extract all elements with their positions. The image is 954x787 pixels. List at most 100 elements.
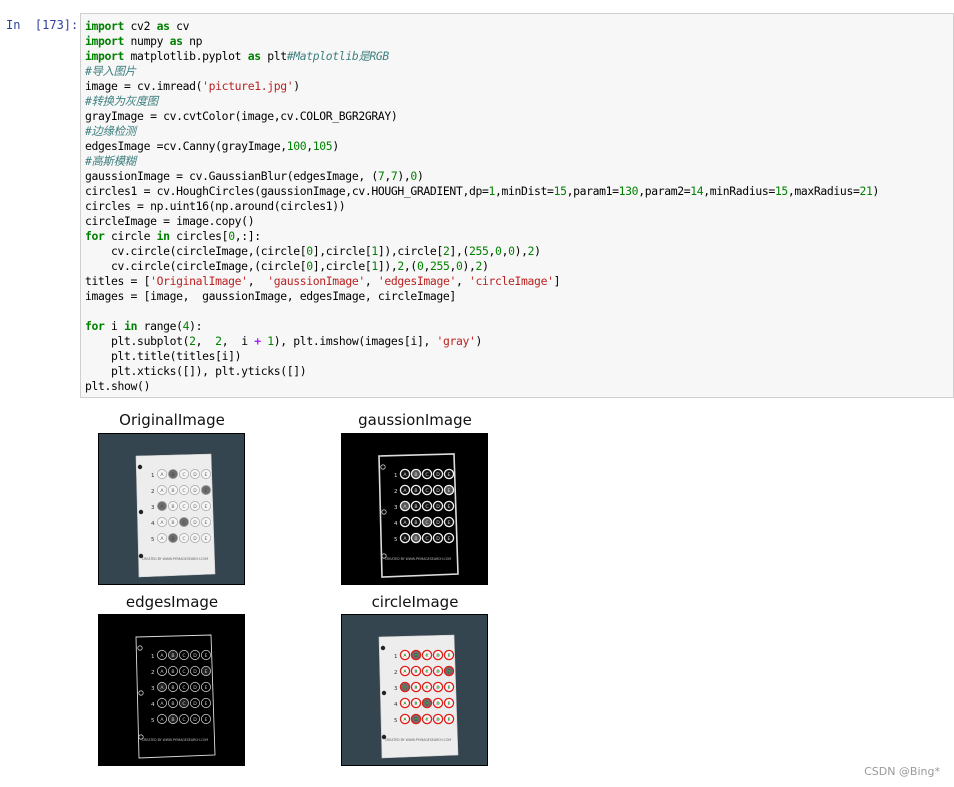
- cell-prompt: In [173]:: [6, 18, 79, 32]
- svg-text:B: B: [171, 717, 174, 723]
- subplot-title-gaussion: gaussionImage: [358, 411, 472, 429]
- svg-text:E: E: [205, 536, 208, 542]
- svg-text:B: B: [171, 685, 174, 691]
- svg-text:D: D: [436, 504, 440, 510]
- svg-text:5: 5: [151, 718, 155, 724]
- svg-text:CREATED BY WWW.PYIMAGESEARCH.C: CREATED BY WWW.PYIMAGESEARCH.COM: [385, 738, 452, 742]
- svg-text:B: B: [414, 488, 417, 494]
- svg-text:C: C: [182, 669, 185, 675]
- svg-text:1: 1: [394, 473, 398, 479]
- svg-text:2: 2: [151, 489, 155, 495]
- svg-text:E: E: [448, 504, 451, 510]
- svg-text:C: C: [182, 685, 185, 691]
- svg-text:C: C: [182, 520, 185, 526]
- svg-text:E: E: [448, 653, 451, 659]
- code-line: #导入图片: [85, 64, 136, 78]
- svg-text:C: C: [182, 488, 185, 494]
- output-area: OriginalImage gaussionImage edgesImage c…: [90, 405, 510, 775]
- svg-text:E: E: [448, 536, 451, 542]
- svg-text:D: D: [436, 717, 440, 723]
- svg-text:C: C: [182, 717, 185, 723]
- code-line: cv.circle(circleImage,(circle[0],circle[…: [85, 244, 541, 258]
- svg-text:B: B: [414, 520, 417, 526]
- svg-text:D: D: [193, 669, 197, 675]
- svg-text:E: E: [448, 488, 451, 494]
- svg-text:B: B: [414, 653, 417, 659]
- code-line: import numpy as np: [85, 34, 203, 48]
- svg-text:4: 4: [394, 702, 398, 708]
- code-line: titles = ['OriginalImage', 'gaussionImag…: [85, 274, 561, 288]
- svg-text:D: D: [436, 685, 440, 691]
- svg-text:5: 5: [394, 718, 398, 724]
- code-line: plt.xticks([]), plt.yticks([]): [85, 364, 307, 378]
- svg-text:D: D: [193, 536, 197, 542]
- svg-text:C: C: [182, 653, 185, 659]
- svg-text:2: 2: [394, 489, 398, 495]
- svg-text:E: E: [448, 520, 451, 526]
- svg-text:D: D: [436, 653, 440, 659]
- svg-text:E: E: [448, 669, 451, 675]
- svg-text:B: B: [414, 472, 417, 478]
- svg-text:E: E: [205, 717, 208, 723]
- svg-text:D: D: [436, 536, 440, 542]
- svg-text:E: E: [205, 520, 208, 526]
- svg-text:B: B: [414, 717, 417, 723]
- svg-text:B: B: [414, 685, 417, 691]
- svg-text:1: 1: [394, 654, 398, 660]
- svg-text:B: B: [414, 536, 417, 542]
- code-line: circles = np.uint16(np.around(circles1)): [85, 199, 346, 213]
- svg-text:B: B: [171, 669, 174, 675]
- code-line: #转换为灰度图: [85, 94, 158, 108]
- svg-text:B: B: [171, 488, 174, 494]
- svg-text:5: 5: [394, 537, 398, 543]
- svg-text:C: C: [182, 504, 185, 510]
- code-line: plt.title(titles[i]): [85, 349, 242, 363]
- svg-text:E: E: [205, 504, 208, 510]
- svg-text:3: 3: [151, 686, 155, 692]
- code-line: grayImage = cv.cvtColor(image,cv.COLOR_B…: [85, 109, 398, 123]
- svg-text:D: D: [193, 653, 197, 659]
- svg-text:E: E: [205, 472, 208, 478]
- svg-text:C: C: [182, 472, 185, 478]
- svg-text:C: C: [425, 504, 428, 510]
- svg-text:CREATED BY WWW.PYIMAGESEARCH.C: CREATED BY WWW.PYIMAGESEARCH.COM: [142, 738, 209, 742]
- svg-text:E: E: [205, 653, 208, 659]
- svg-text:D: D: [436, 488, 440, 494]
- code-line: images = [image, gaussionImage, edgesIma…: [85, 289, 456, 303]
- svg-text:B: B: [171, 504, 174, 510]
- svg-text:B: B: [414, 701, 417, 707]
- svg-text:D: D: [193, 685, 197, 691]
- code-line: circles1 = cv.HoughCircles(gaussionImage…: [85, 184, 879, 198]
- svg-text:E: E: [205, 685, 208, 691]
- svg-text:C: C: [182, 536, 185, 542]
- svg-text:D: D: [436, 472, 440, 478]
- code-line: for circle in circles[0,:]:: [85, 229, 261, 243]
- code-cell[interactable]: import cv2 as cv import numpy as np import…: [80, 13, 954, 398]
- svg-text:B: B: [171, 520, 174, 526]
- svg-text:D: D: [193, 701, 197, 707]
- svg-text:4: 4: [151, 702, 155, 708]
- code-line: #高斯模糊: [85, 154, 136, 168]
- svg-text:CREATED BY WWW.PYIMAGESEARCH.C: CREATED BY WWW.PYIMAGESEARCH.COM: [142, 557, 209, 561]
- svg-text:D: D: [193, 472, 197, 478]
- svg-text:1: 1: [151, 473, 155, 479]
- svg-text:D: D: [193, 504, 197, 510]
- code-editor[interactable]: import cv2 as cv import numpy as np import…: [81, 14, 953, 394]
- subplot-image-original: 1 A B C D E 2 A B C D E 3 A B C D E 4 A B C D E 5 A B C D E CREATED BY…: [98, 433, 245, 585]
- svg-text:B: B: [171, 653, 174, 659]
- svg-text:E: E: [448, 685, 451, 691]
- svg-text:C: C: [425, 717, 428, 723]
- code-line: plt.subplot(2, 2, i + 1), plt.imshow(ima…: [85, 334, 483, 348]
- svg-text:C: C: [425, 653, 428, 659]
- svg-text:E: E: [205, 488, 208, 494]
- svg-text:C: C: [425, 685, 428, 691]
- svg-text:2: 2: [394, 670, 398, 676]
- svg-text:E: E: [448, 701, 451, 707]
- svg-text:D: D: [436, 520, 440, 526]
- svg-text:C: C: [425, 701, 428, 707]
- code-line: cv.circle(circleImage,(circle[0],circle[…: [85, 259, 489, 273]
- code-line: plt.show(): [85, 379, 151, 393]
- svg-text:CREATED BY WWW.PYIMAGESEARCH.C: CREATED BY WWW.PYIMAGESEARCH.COM: [385, 557, 452, 561]
- code-line: import cv2 as cv: [85, 19, 190, 33]
- svg-text:C: C: [182, 701, 185, 707]
